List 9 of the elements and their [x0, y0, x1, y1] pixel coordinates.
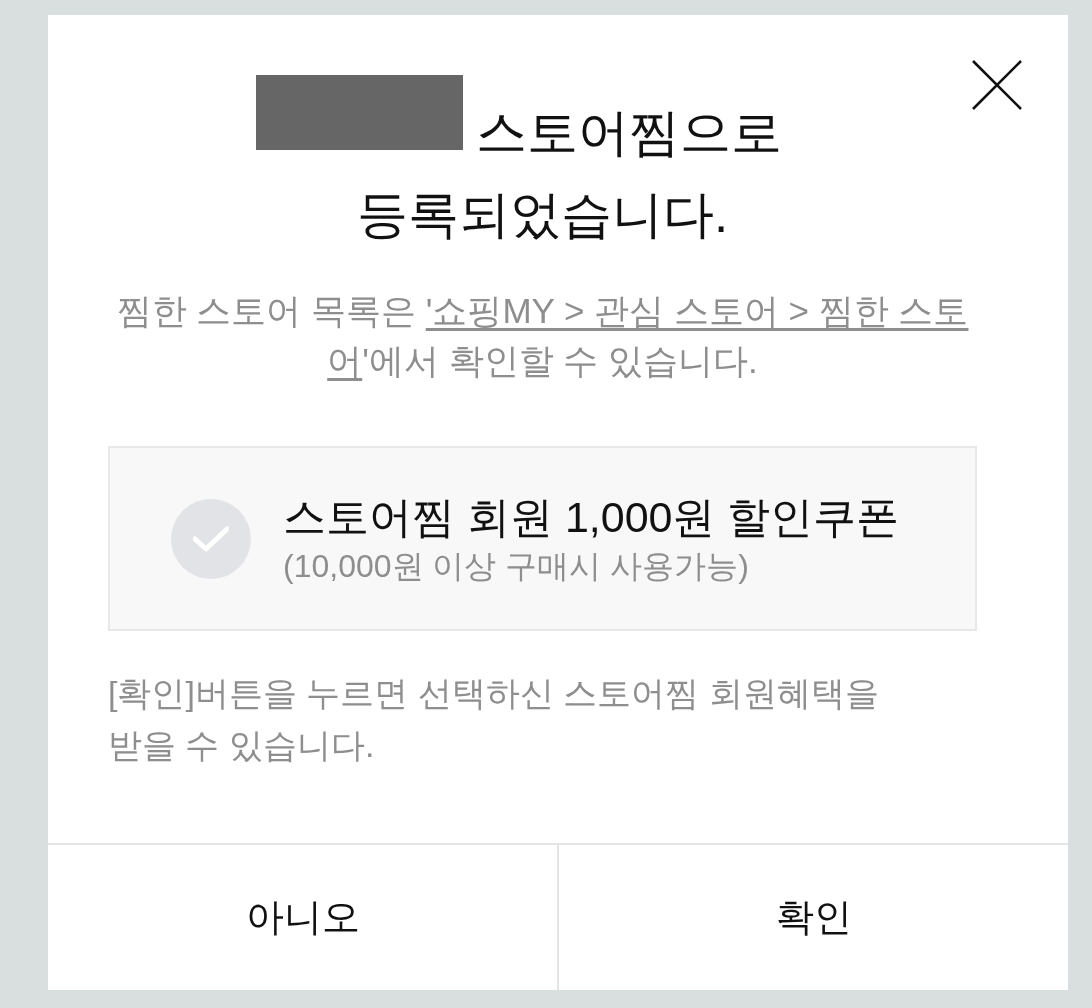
close-button[interactable]	[972, 60, 1022, 110]
coupon-title: 스토어찜 회원 1,000원 할인쿠폰	[283, 491, 900, 543]
benefit-notice: [확인]버튼을 누르면 선택하신 스토어찜 회원혜택을 받을 수 있습니다.	[108, 673, 880, 766]
dialog-title: 스토어찜으로	[475, 104, 782, 161]
coupon-condition: (10,000원 이상 구매시 사용가능)	[283, 546, 750, 586]
close-icon	[972, 60, 1022, 110]
store-list-notice: 찜한 스토어 목록은 '쇼핑MY > 관심 스토어 > 찜한 스토 어'에서 확인할 수 있습니다.	[115, 290, 970, 382]
check-icon	[193, 525, 229, 552]
dialog-title: 등록되었습니다.	[356, 186, 729, 243]
